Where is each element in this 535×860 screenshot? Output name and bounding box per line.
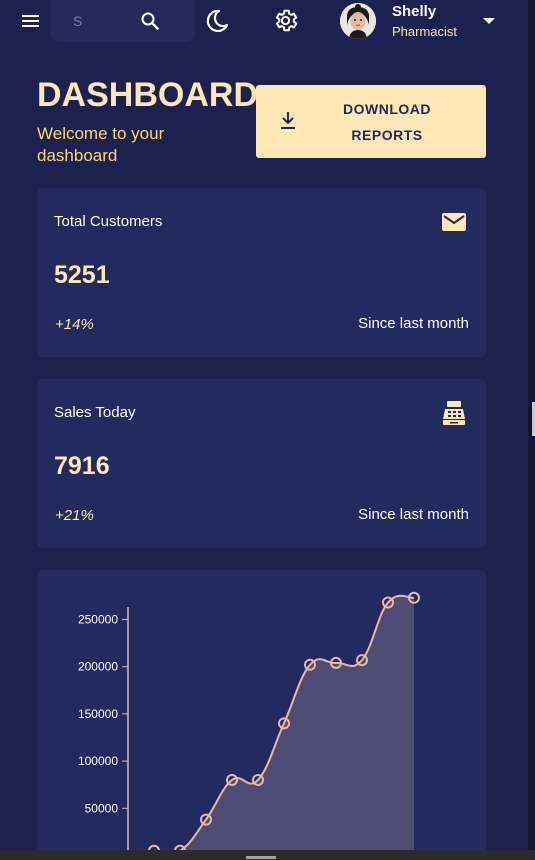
y-tick-label: 250000 — [78, 613, 118, 627]
user-name: Shelly — [392, 3, 437, 20]
download-reports-label: DOWNLOAD REPORTS — [316, 96, 458, 148]
menu-icon[interactable] — [21, 13, 41, 29]
stat-value: 5251 — [54, 261, 110, 289]
download-label-line2: REPORTS — [351, 127, 423, 143]
stat-title: Sales Today — [54, 404, 136, 421]
cash-register-icon — [443, 401, 465, 425]
avatar-image — [340, 3, 376, 39]
sales-chart-card: 50000 100000 150000 200000 250000 — [37, 570, 486, 860]
stat-change: +14% — [55, 316, 94, 333]
moon-icon[interactable] — [204, 8, 230, 34]
page-subtitle: Welcome to your dashboard — [37, 124, 165, 165]
stat-card-total-customers: Total Customers 5251 +14% Since last mon… — [37, 188, 486, 357]
user-role: Pharmacist — [392, 24, 458, 39]
stat-since: Since last month — [358, 506, 469, 523]
y-tick-label: 200000 — [78, 660, 118, 674]
y-tick-label: 150000 — [78, 707, 118, 721]
chevron-down-icon[interactable] — [482, 16, 496, 26]
search-box — [51, 0, 195, 42]
avatar[interactable] — [340, 3, 376, 39]
search-icon[interactable] — [140, 11, 160, 31]
search-input[interactable] — [73, 10, 113, 32]
stat-since: Since last month — [358, 315, 469, 332]
stat-title: Total Customers — [54, 213, 163, 230]
stat-card-sales-today: Sales Today 7916 +21% Since last month — [37, 379, 486, 548]
stat-change: +21% — [55, 507, 94, 524]
bottom-handle[interactable] — [246, 856, 276, 859]
sales-area-chart: 50000 100000 150000 200000 250000 — [78, 591, 420, 860]
top-bar: Shelly Pharmacist — [0, 0, 528, 44]
download-reports-button[interactable]: DOWNLOAD REPORTS — [256, 85, 486, 158]
download-icon — [281, 112, 295, 129]
stat-value: 7916 — [54, 452, 110, 480]
y-tick-label: 100000 — [78, 754, 118, 768]
page-title: DASHBOARD — [37, 76, 258, 114]
email-icon — [442, 213, 466, 231]
download-label-line1: DOWNLOAD — [343, 101, 431, 117]
y-tick-label: 50000 — [85, 801, 119, 815]
gear-icon[interactable] — [272, 7, 299, 34]
